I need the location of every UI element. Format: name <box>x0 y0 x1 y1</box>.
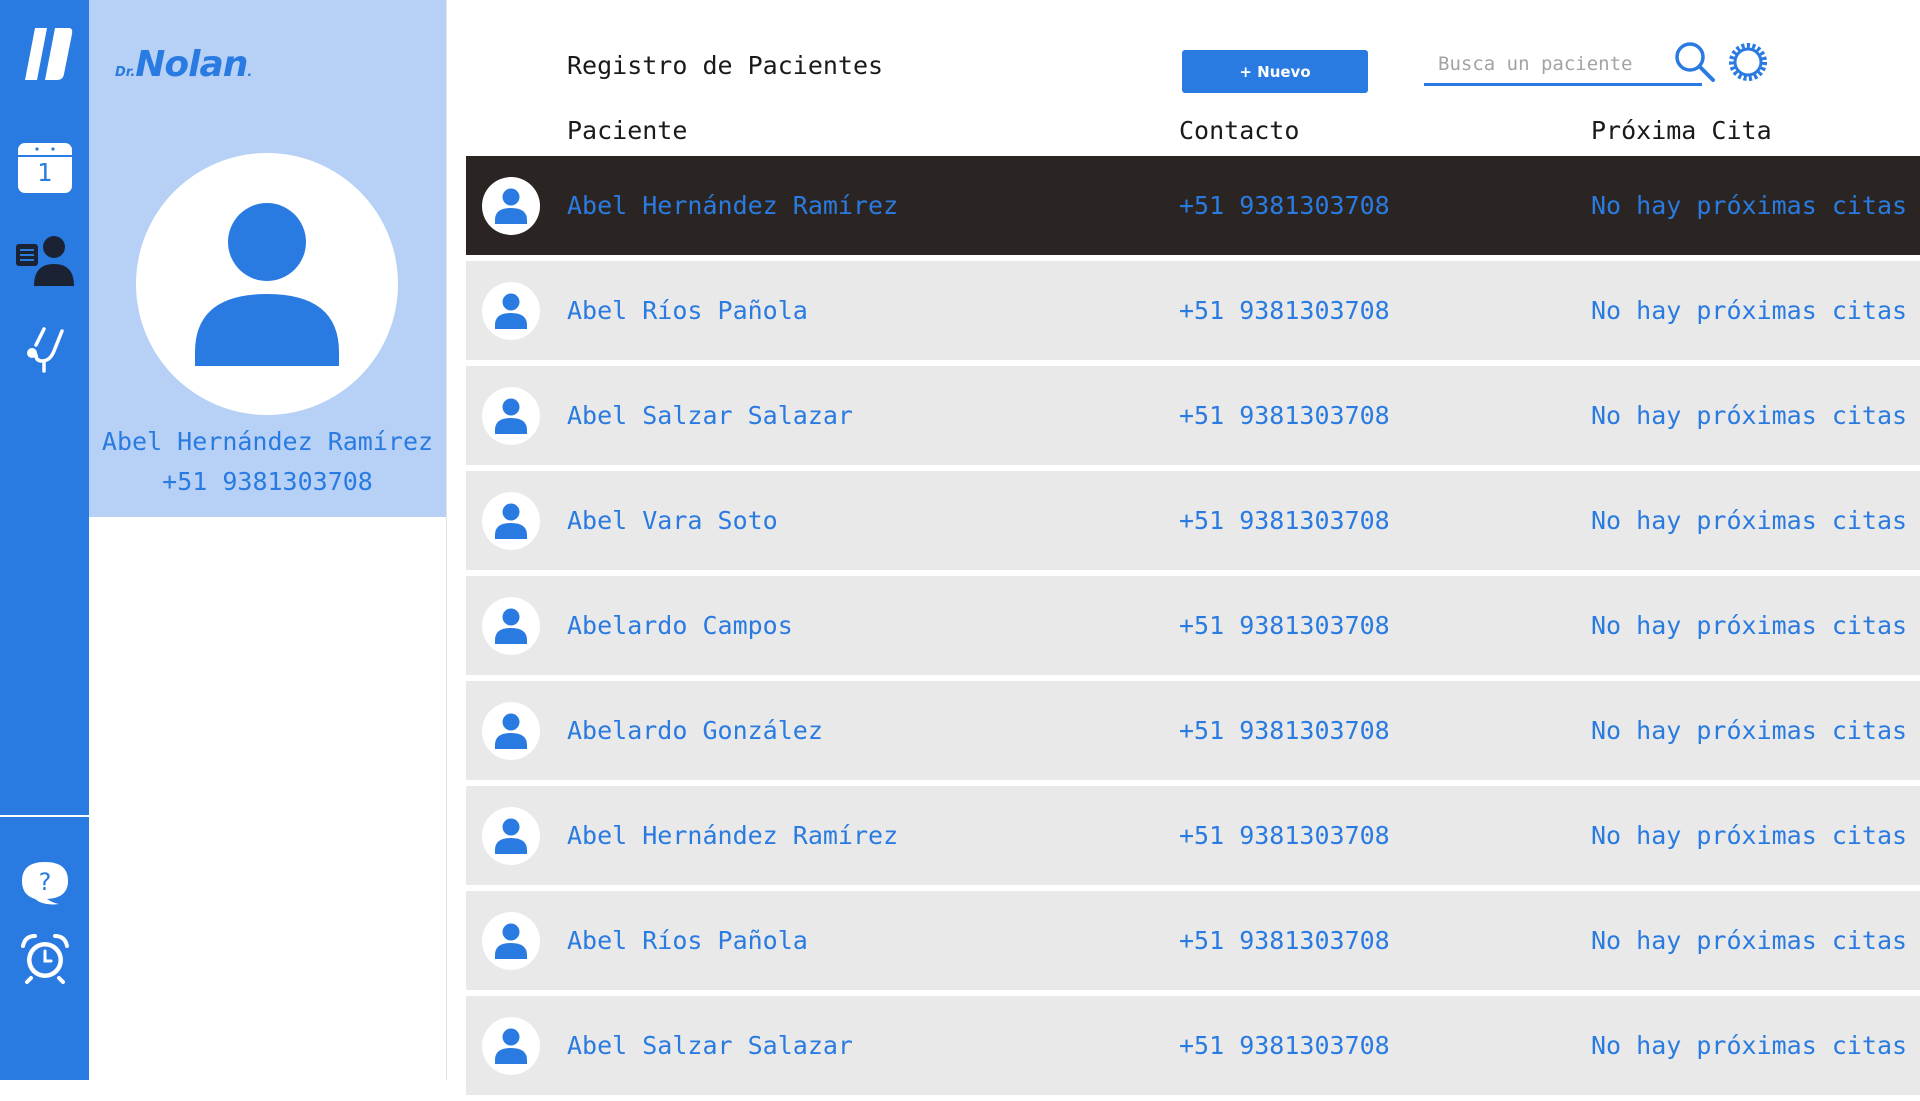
table-row[interactable]: Abel Ríos Pañola +51 9381303708 No hay p… <box>466 891 1920 990</box>
rail-divider <box>0 815 89 817</box>
patient-avatar <box>482 387 540 445</box>
svg-text:?: ? <box>38 868 51 896</box>
patient-avatar <box>482 702 540 760</box>
patient-next-appointment: No hay próximas citas <box>1591 821 1908 850</box>
patient-name: Abel Vara Soto <box>567 506 778 535</box>
table-row[interactable]: Abelardo González +51 9381303708 No hay … <box>466 681 1920 780</box>
profile-card: Dr.Nolan. Abel Hernández Ramírez +51 938… <box>89 0 446 517</box>
search-icon[interactable] <box>1673 40 1717 84</box>
user-icon <box>495 608 527 644</box>
patient-name: Abelardo Campos <box>567 611 793 640</box>
user-icon <box>495 1028 527 1064</box>
patient-name: Abel Ríos Pañola <box>567 926 808 955</box>
patient-contact: +51 9381303708 <box>1179 716 1390 745</box>
patient-contact: +51 9381303708 <box>1179 611 1390 640</box>
user-icon <box>495 398 527 434</box>
patient-next-appointment: No hay próximas citas <box>1591 611 1908 640</box>
user-icon <box>495 503 527 539</box>
patient-avatar <box>482 492 540 550</box>
new-patient-button[interactable]: + Nuevo <box>1182 50 1368 93</box>
patient-avatar <box>482 177 540 235</box>
brand-suffix: . <box>247 65 253 80</box>
profile-phone: +51 9381303708 <box>162 467 373 496</box>
user-icon <box>495 923 527 959</box>
calendar-icon[interactable]: 1 <box>0 140 89 196</box>
help-chat-icon[interactable]: ? <box>0 858 89 908</box>
stethoscope-icon[interactable] <box>0 326 89 376</box>
calendar-day: 1 <box>36 158 53 187</box>
patient-contact: +51 9381303708 <box>1179 821 1390 850</box>
patient-contact: +51 9381303708 <box>1179 401 1390 430</box>
patient-next-appointment: No hay próximas citas <box>1591 191 1908 220</box>
brand-logo: Dr.Nolan. <box>115 44 252 85</box>
patient-next-appointment: No hay próximas citas <box>1591 1031 1908 1060</box>
patient-name: Abel Salzar Salazar <box>567 401 853 430</box>
patient-next-appointment: No hay próximas citas <box>1591 401 1908 430</box>
patient-contact: +51 9381303708 <box>1179 506 1390 535</box>
brand-prefix: Dr. <box>115 65 136 80</box>
table-row[interactable]: Abel Hernández Ramírez +51 9381303708 No… <box>466 786 1920 885</box>
patient-name: Abel Hernández Ramírez <box>567 821 899 850</box>
table-row[interactable]: Abel Salzar Salazar +51 9381303708 No ha… <box>466 996 1920 1095</box>
column-header-patient[interactable]: Paciente <box>567 116 687 145</box>
user-icon <box>495 713 527 749</box>
patient-contact: +51 9381303708 <box>1179 1031 1390 1060</box>
profile-avatar <box>136 153 398 415</box>
table-row[interactable]: Abel Salzar Salazar +51 9381303708 No ha… <box>466 366 1920 465</box>
icon-rail: 1 ? <box>0 0 89 1080</box>
patients-icon[interactable] <box>0 234 89 286</box>
patient-contact: +51 9381303708 <box>1179 296 1390 325</box>
patient-avatar <box>482 807 540 865</box>
user-icon <box>195 203 339 366</box>
profile-panel: Dr.Nolan. Abel Hernández Ramírez +51 938… <box>89 0 447 1080</box>
column-header-next-appointment[interactable]: Próxima Cita <box>1591 116 1772 145</box>
patient-contact: +51 9381303708 <box>1179 926 1390 955</box>
app-logo-icon[interactable] <box>0 22 89 84</box>
search-input[interactable] <box>1424 44 1702 86</box>
user-icon <box>495 188 527 224</box>
patient-next-appointment: No hay próximas citas <box>1591 296 1908 325</box>
patient-name: Abel Hernández Ramírez <box>567 191 899 220</box>
user-icon <box>495 818 527 854</box>
patient-next-appointment: No hay próximas citas <box>1591 506 1908 535</box>
table-row[interactable]: Abel Vara Soto +51 9381303708 No hay pró… <box>466 471 1920 570</box>
alarm-clock-icon[interactable] <box>0 932 89 984</box>
patient-avatar <box>482 912 540 970</box>
patient-next-appointment: No hay próximas citas <box>1591 716 1908 745</box>
table-row[interactable]: Abelardo Campos +51 9381303708 No hay pr… <box>466 576 1920 675</box>
brand-name: Nolan <box>135 44 248 85</box>
patient-contact: +51 9381303708 <box>1179 191 1390 220</box>
page-title: Registro de Pacientes <box>567 51 884 80</box>
settings-gear-icon[interactable] <box>1727 41 1769 83</box>
user-icon <box>495 293 527 329</box>
table-row[interactable]: Abel Hernández Ramírez +51 9381303708 No… <box>466 156 1920 255</box>
table-row[interactable]: Abel Ríos Pañola +51 9381303708 No hay p… <box>466 261 1920 360</box>
patient-avatar <box>482 597 540 655</box>
patient-name: Abelardo González <box>567 716 823 745</box>
patient-avatar <box>482 282 540 340</box>
patient-name: Abel Ríos Pañola <box>567 296 808 325</box>
patient-name: Abel Salzar Salazar <box>567 1031 853 1060</box>
patient-list: Abel Hernández Ramírez +51 9381303708 No… <box>466 156 1920 1101</box>
patient-avatar <box>482 1017 540 1075</box>
patient-next-appointment: No hay próximas citas <box>1591 926 1908 955</box>
profile-name: Abel Hernández Ramírez <box>101 427 434 456</box>
column-header-contact[interactable]: Contacto <box>1179 116 1299 145</box>
